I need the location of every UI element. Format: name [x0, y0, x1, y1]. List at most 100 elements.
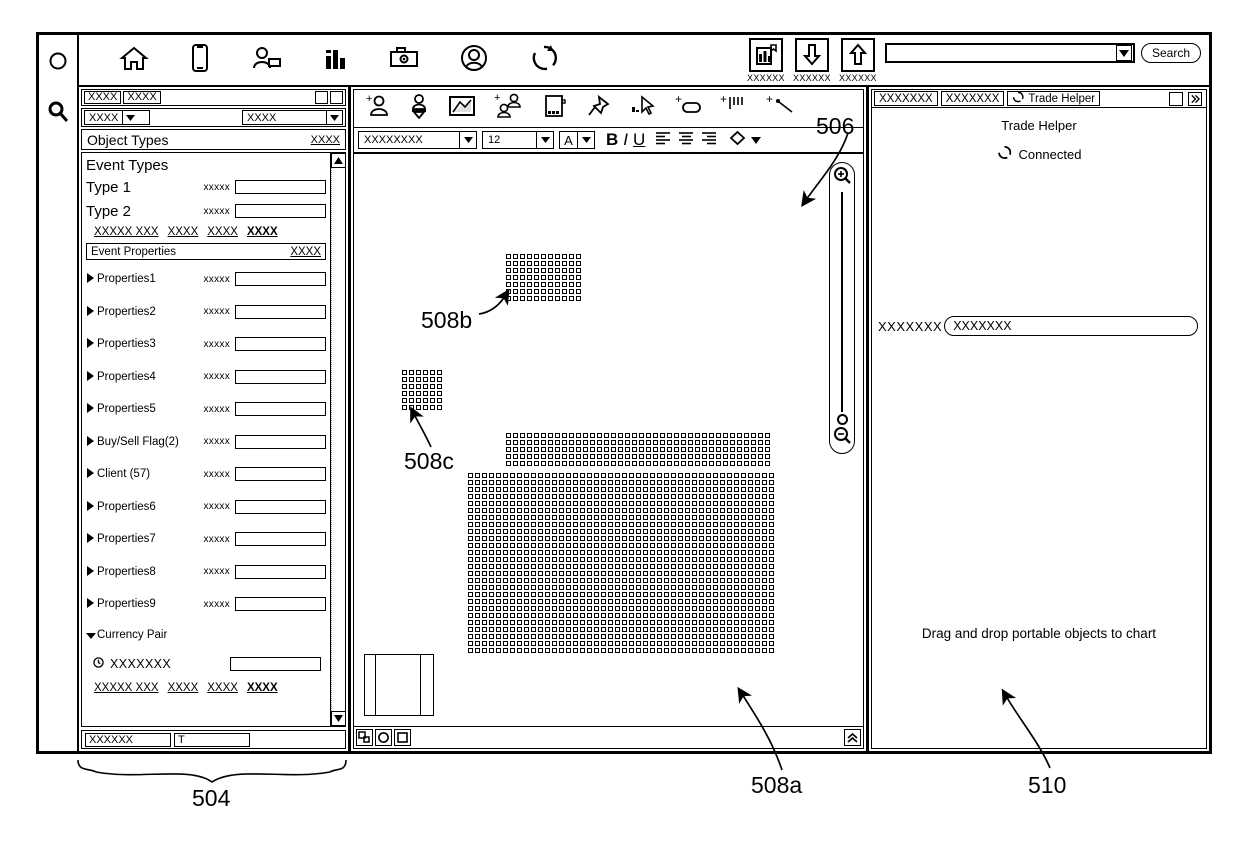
event-property-row[interactable]: Properties3 xxxxx [86, 328, 326, 361]
event-property-row[interactable]: Properties9 xxxxx [86, 588, 326, 621]
download-button[interactable]: XXXXXX [793, 38, 831, 83]
event-property-row[interactable]: Properties6 xxxxx [86, 491, 326, 524]
right-tab-2[interactable]: XXXXXXX [940, 91, 1005, 106]
chevron-right-icon[interactable] [86, 433, 95, 451]
right-tab-extra-button[interactable] [1169, 91, 1183, 106]
event-type-row[interactable]: Type 1 xxxxx [86, 175, 326, 199]
zoom-slider[interactable] [829, 162, 855, 454]
chevron-down-icon[interactable] [459, 132, 476, 148]
left-select-1[interactable]: XXXX [84, 110, 150, 125]
chevron-right-icon[interactable] [86, 530, 95, 548]
event-type-row[interactable]: Type 2 xxxxx [86, 199, 326, 223]
note-tool[interactable] [542, 93, 568, 124]
align-left-button[interactable] [655, 130, 673, 151]
chevron-down-icon[interactable] [122, 111, 138, 124]
italic-button[interactable]: I [623, 130, 628, 150]
chart-object-mid[interactable] [506, 254, 583, 303]
left-tab-1[interactable]: XXXX [84, 91, 122, 104]
event-properties-link[interactable]: XXXX [247, 682, 278, 694]
chart-canvas[interactable] [353, 153, 864, 727]
event-types-link[interactable]: XXXX [247, 226, 278, 238]
stamp-tool[interactable] [408, 93, 430, 124]
underline-button[interactable]: U [633, 130, 645, 150]
trade-helper-input[interactable]: XXXXXXX [944, 316, 1198, 336]
add-people-tool[interactable]: + [494, 92, 524, 125]
chevron-right-icon[interactable] [86, 335, 95, 353]
font-family-select[interactable]: XXXXXXXX [358, 131, 477, 149]
chevron-right-icon[interactable] [86, 563, 95, 581]
left-footer-field-2[interactable]: T [174, 732, 250, 747]
right-tab-1[interactable]: XXXXXXX [874, 91, 938, 106]
right-tab-trade-helper[interactable]: Trade Helper [1007, 91, 1101, 106]
search-input[interactable] [884, 43, 1135, 63]
chevron-down-icon[interactable] [1115, 45, 1132, 61]
event-property-field[interactable] [235, 272, 326, 287]
bar-chart-icon[interactable] [323, 44, 349, 77]
event-type-field[interactable] [235, 204, 326, 219]
upload-button[interactable]: XXXXXX [839, 38, 877, 83]
event-property-row[interactable]: Properties7 xxxxx [86, 523, 326, 556]
add-axis-tool[interactable]: + [720, 92, 748, 124]
chevron-right-icon[interactable] [86, 270, 95, 288]
chevron-right-icon[interactable] [86, 595, 95, 613]
event-property-field[interactable] [235, 402, 326, 417]
ellipse-tool-button[interactable] [375, 729, 392, 746]
event-property-row[interactable]: Properties1 xxxxx [86, 263, 326, 296]
left-tab-button-b[interactable] [330, 91, 343, 104]
group-objects-button[interactable] [356, 729, 373, 746]
left-tab-button-a[interactable] [315, 91, 328, 104]
event-types-link[interactable]: XXXXX XXX [94, 226, 159, 238]
event-property-field[interactable] [235, 564, 326, 579]
event-types-link[interactable]: XXXX [168, 226, 199, 238]
event-property-row[interactable]: Properties2 xxxxx [86, 296, 326, 329]
search-button[interactable]: Search [1140, 43, 1201, 63]
camera-icon[interactable] [389, 46, 419, 75]
scroll-down-button[interactable] [331, 711, 346, 726]
left-tab-2[interactable]: XXXX [123, 91, 161, 104]
magnifier-minus-icon[interactable] [833, 426, 852, 450]
event-property-field[interactable] [235, 597, 326, 612]
chevron-down-icon[interactable] [751, 131, 762, 149]
chevron-right-icon[interactable] [86, 465, 95, 483]
chevron-right-icon[interactable] [86, 498, 95, 516]
canvas-expand-button[interactable] [844, 729, 861, 746]
left-panel-scrollbar[interactable] [330, 153, 346, 726]
font-size-select[interactable]: 12 [482, 131, 554, 149]
chart-frame-tool[interactable] [448, 94, 476, 123]
event-property-field[interactable] [235, 467, 326, 482]
chevron-down-icon[interactable] [86, 626, 96, 644]
align-right-button[interactable] [701, 130, 719, 151]
chevron-down-icon[interactable] [326, 111, 342, 124]
event-type-field[interactable] [235, 180, 326, 195]
add-person-tool[interactable]: + [366, 93, 390, 124]
scroll-up-button[interactable] [331, 153, 346, 168]
agent-avatar-icon[interactable] [459, 43, 489, 78]
right-panel-expand-button[interactable] [1188, 91, 1202, 106]
currency-pair-child-row[interactable]: XXXXXXX [86, 649, 326, 679]
event-property-field[interactable] [235, 532, 326, 547]
refresh-icon[interactable] [529, 43, 559, 78]
text-color-select[interactable]: A [559, 131, 595, 149]
chevron-right-icon[interactable] [86, 303, 95, 321]
event-types-link[interactable]: XXXX [207, 226, 238, 238]
chart-object-large-top[interactable] [506, 433, 772, 468]
chart-object-small[interactable] [402, 370, 444, 412]
pin-tool[interactable] [586, 93, 612, 124]
event-property-row[interactable]: Properties5 xxxxx [86, 393, 326, 426]
currency-pair-child-field[interactable] [230, 656, 321, 671]
canvas-thumbnail[interactable] [364, 654, 434, 716]
event-properties-link[interactable]: XXXX [290, 246, 321, 258]
event-property-field[interactable] [235, 499, 326, 514]
scroll-track[interactable] [331, 168, 345, 711]
object-types-link[interactable]: XXXX [311, 134, 340, 146]
shape-fill-button[interactable] [729, 130, 746, 151]
report-button[interactable]: XXXXXX [747, 38, 785, 83]
event-property-row[interactable]: Properties4 xxxxx [86, 361, 326, 394]
rectangle-tool-button[interactable] [394, 729, 411, 746]
event-property-field[interactable] [235, 337, 326, 352]
pointer-select-tool[interactable] [630, 93, 656, 124]
zoom-slider-handle[interactable] [836, 414, 848, 425]
event-property-field[interactable] [235, 434, 326, 449]
currency-pair-group[interactable]: Currency Pair [86, 621, 326, 649]
event-properties-link[interactable]: XXXX [168, 682, 199, 694]
